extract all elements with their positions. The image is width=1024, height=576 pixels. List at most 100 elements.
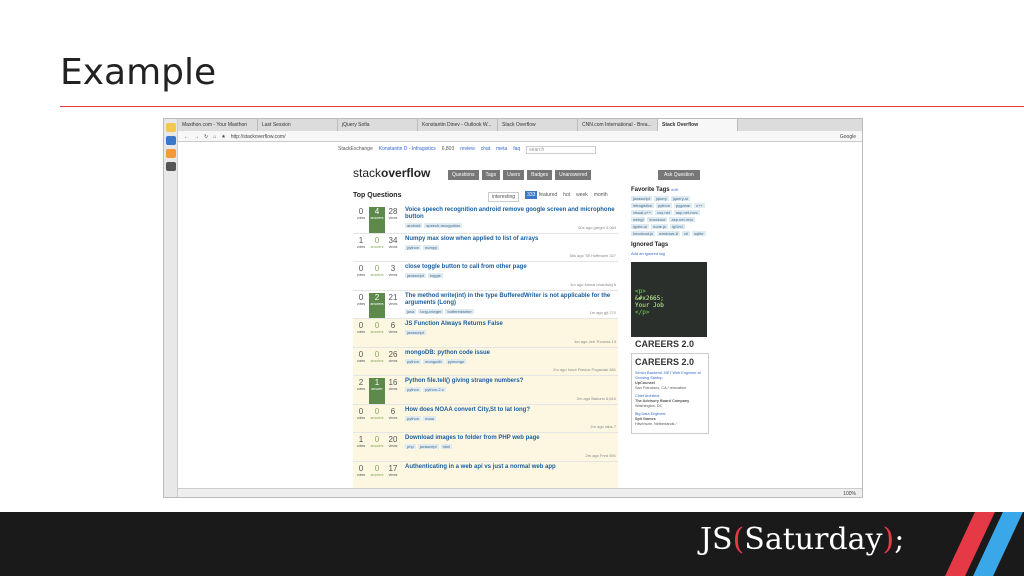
question-title[interactable]: Numpy max slow when applied to list of a… [405,236,618,243]
vote-count: 2 votes [353,378,369,404]
notes-icon[interactable] [166,162,176,171]
tab-stackoverflow-active[interactable]: Stack Overflow [658,119,738,131]
question-tag[interactable]: pymongo [445,358,467,364]
search-field[interactable]: Google [840,134,856,140]
job-title[interactable]: Senior Backend .NET Web Engineer at Grow… [635,371,705,381]
question-tag[interactable]: javascript [405,273,426,278]
favorite-tag[interactable]: windows-8 [657,231,680,236]
tab-last-session[interactable]: Last Session [258,119,338,131]
question-title[interactable]: JS Function Always Returns False [405,321,618,328]
question-tag[interactable]: javascript [417,444,439,449]
question-title[interactable]: Download images to folder from PHP web p… [405,435,618,442]
job-listing[interactable]: Big Data Engineer Spil Games Hilversum, Ne… [635,412,705,427]
answer-number: 0 [374,235,380,245]
star-icon[interactable]: ★ [221,134,225,140]
job-listing[interactable]: Senior Backend .NET Web Engineer at Grow… [635,371,705,391]
tab-stackoverflow[interactable]: Stack Overflow [498,119,578,131]
favorite-tag[interactable]: infragistics [631,203,654,208]
careers-ad[interactable]: <p> &#x2665; Your Job </p> [631,262,707,337]
favorite-tag[interactable]: c++ [694,203,705,208]
question-title[interactable]: mongoDB: python code issue [405,350,618,357]
favorite-tag[interactable]: asp.net-mvc [669,217,696,222]
question-title[interactable]: Voice speech recognition android remove … [405,207,618,221]
question-tag[interactable]: python [405,244,422,250]
favorite-tag[interactable]: visual-c++ [631,210,654,215]
favorite-tag[interactable]: asp.net-mvc [673,210,700,215]
favorite-tag[interactable]: c# [681,231,691,236]
job-listing[interactable]: Chief Architect The Advisory Board Compan… [635,394,705,409]
tab-maxthon[interactable]: Maxthon.com - Your Maxthon [178,119,258,131]
question-row: 0 votes 0 answers 6 views JS Function Always R… [353,319,618,348]
se-link-meta[interactable]: meta [496,146,507,155]
se-link-chat[interactable]: chat [481,146,490,155]
favorite-tag[interactable]: webgl [631,217,646,222]
add-ignored-tag-link[interactable]: Add an ignored tag [631,251,709,256]
question-tag[interactable]: java [405,308,417,314]
se-user[interactable]: Konstantin D - Infragistics [379,146,436,155]
tab-outlook[interactable]: Konstantin Dinev - Outlook W... [418,119,498,131]
nav-unanswered[interactable]: Unanswered [555,170,592,180]
favorite-tag[interactable]: knockout.js [631,231,656,236]
careers-logo[interactable]: CAREERS 2.0 [635,339,709,349]
question-tag[interactable]: numpy [423,244,440,250]
question-title[interactable]: How does NOAA convert City,St to lat lon… [405,407,618,414]
nav-questions[interactable]: Questions [448,170,479,180]
se-brand[interactable]: StackExchange [338,146,373,155]
question-tag[interactable]: python-2.x [423,387,446,392]
question-title[interactable]: Python file.tell() giving strange number… [405,378,618,385]
tab-interesting[interactable]: interesting [488,192,520,202]
favorite-tag[interactable]: igGrid [669,224,685,229]
tab-month[interactable]: month [594,192,608,202]
back-icon[interactable]: ← [184,134,189,140]
favorite-tag[interactable]: knockout [647,217,668,222]
se-link-review[interactable]: review [460,146,474,155]
url-field[interactable]: http://stackoverflow.com/ [231,134,286,140]
question-tag[interactable]: mongodb [423,358,444,364]
favorite-tag[interactable]: node.js [651,224,668,229]
nav-users[interactable]: Users [503,170,525,180]
favorite-tag[interactable]: jquery-ui [670,196,691,201]
question-tag[interactable]: speech-recognition [424,223,463,228]
nav-badges[interactable]: Badges [527,170,553,180]
question-tag[interactable]: python [405,358,422,364]
ask-question-button[interactable]: Ask Question [658,170,700,180]
question-title[interactable]: close toggle button to call from other p… [405,264,618,271]
tab-week[interactable]: week [576,192,588,202]
favorite-tag[interactable]: css.net [655,210,672,215]
favorite-tag[interactable]: javascript [631,196,652,201]
question-title[interactable]: The method write(int) in the type Buffer… [405,293,618,307]
question-tag[interactable]: php [405,444,416,449]
rss-icon[interactable] [166,149,176,158]
zoom-level[interactable]: 100% [843,491,856,497]
so-logo[interactable]: stackoverflow [353,166,430,180]
question-tag[interactable]: python [405,415,422,421]
question-tag[interactable]: android [405,223,423,228]
favorite-tag[interactable]: sqlite [692,231,706,236]
question-tag[interactable]: toggle [427,273,443,278]
question-tag[interactable]: noaa [423,415,436,421]
question-tag[interactable]: html [440,444,453,449]
se-link-faq[interactable]: faq [513,146,520,155]
favorite-tag[interactable]: python [655,203,672,208]
favorite-tags-edit[interactable]: edit [671,187,677,192]
question-tag[interactable]: bufferedwriter [445,308,474,314]
tab-hot[interactable]: hot [563,192,570,202]
careers-card-logo[interactable]: CAREERS 2.0 [635,357,705,367]
tab-featured[interactable]: 333 featured [525,191,557,202]
reload-icon[interactable]: ↻ [204,134,208,140]
question-title[interactable]: Authenticating in a web api vs just a no… [405,464,618,471]
favorite-tag[interactable]: jquery [653,196,669,201]
se-search-input[interactable]: search [526,146,597,154]
download-icon[interactable] [166,136,176,145]
favorite-tag[interactable]: pygame [673,203,693,208]
question-tag[interactable]: long-integer [418,308,444,314]
favorite-tag[interactable]: ignite-ui [631,224,650,229]
home-icon[interactable]: ⌂ [213,134,216,140]
nav-tags[interactable]: Tags [481,170,501,180]
question-tag[interactable]: javascript [405,330,426,335]
tab-jquery-sofia[interactable]: jQuery Sofia [338,119,418,131]
forward-icon[interactable]: → [194,134,199,140]
question-tag[interactable]: python [405,387,422,392]
favorites-icon[interactable] [166,123,176,132]
tab-cnn[interactable]: CNN.com International - Brea... [578,119,658,131]
